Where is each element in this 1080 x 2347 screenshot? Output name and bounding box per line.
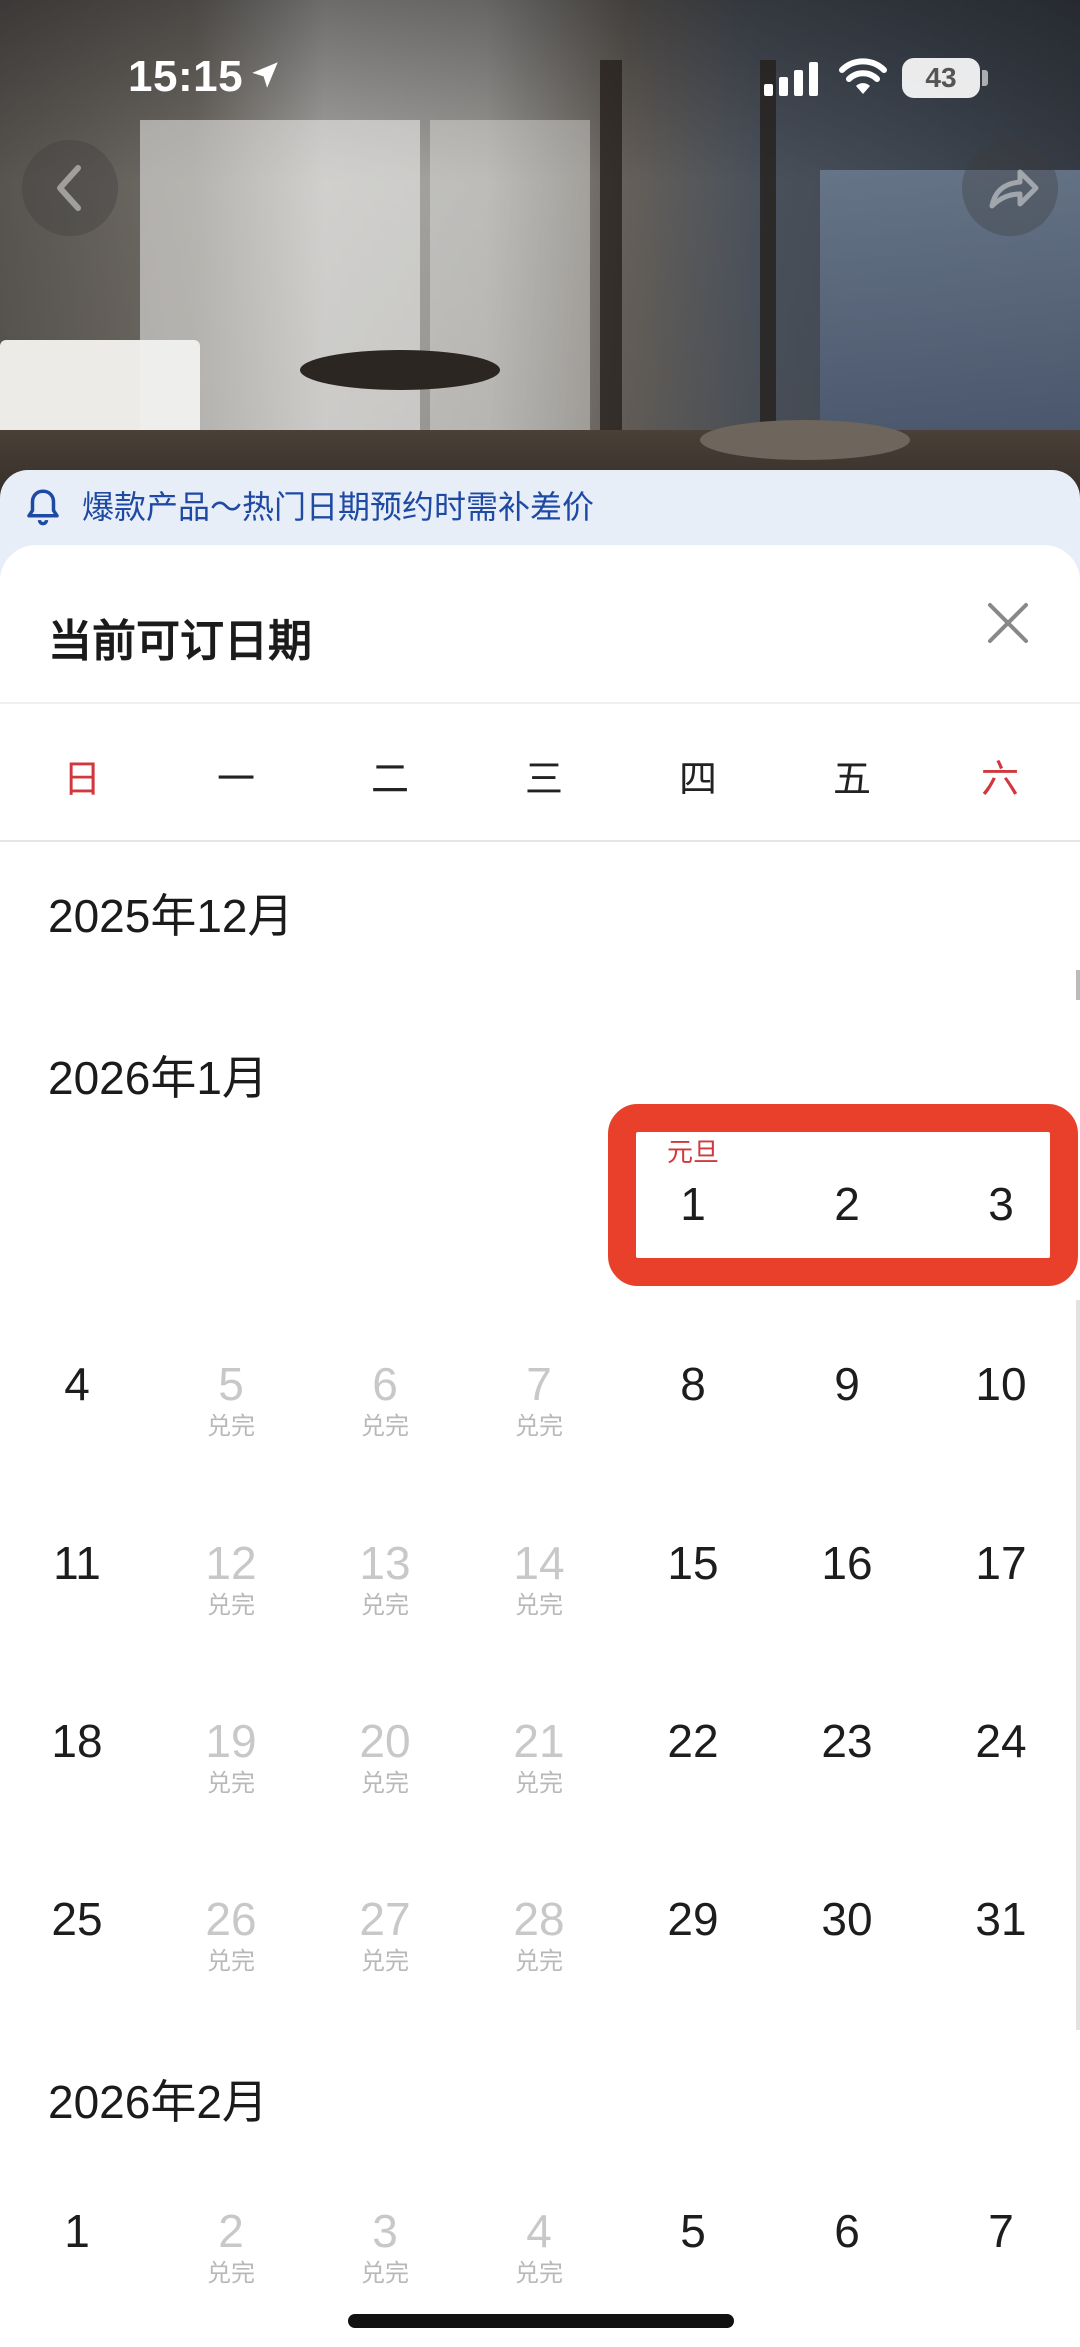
bell-icon [27, 489, 59, 526]
day-2026-01-02[interactable]: 2 [770, 1176, 924, 1296]
day-2026-01-07: 7 兑完 [462, 1356, 616, 1476]
chevron-left-icon [57, 165, 81, 211]
wifi-icon [839, 58, 887, 94]
day-2026-01-11[interactable]: 11 [0, 1535, 154, 1655]
sheet-title: 当前可订日期 [48, 617, 312, 666]
day-2026-01-09[interactable]: 9 [770, 1356, 924, 1476]
day-2026-02-05[interactable]: 5 [616, 2203, 770, 2323]
day-2026-01-19: 19 兑完 [154, 1713, 308, 1833]
day-2026-01-06: 6 兑完 [308, 1356, 462, 1476]
share-button[interactable] [962, 140, 1058, 236]
status-time: 15:15 [128, 52, 244, 101]
battery-indicator: 43 [902, 58, 980, 98]
day-2026-01-12: 12 兑完 [154, 1535, 308, 1655]
soldout-label: 兑完 [361, 1413, 409, 1440]
day-2026-01-14: 14 兑完 [462, 1535, 616, 1655]
day-2026-01-30[interactable]: 30 [770, 1891, 924, 2011]
day-2026-01-03[interactable]: 3 [924, 1176, 1078, 1296]
location-arrow-icon [252, 62, 278, 88]
day-2026-01-29[interactable]: 29 [616, 1891, 770, 2011]
cellular-signal-icon [764, 62, 818, 96]
day-2026-01-31[interactable]: 31 [924, 1891, 1078, 2011]
holiday-label: 元旦 [666, 1137, 719, 1167]
day-2026-01-04[interactable]: 4 [0, 1356, 154, 1476]
day-2026-02-07[interactable]: 7 [924, 2203, 1078, 2323]
battery-level: 43 [925, 62, 957, 93]
weekday-sun: 日 [62, 759, 101, 801]
soldout-label: 兑完 [207, 2260, 255, 2287]
soldout-label: 兑完 [515, 1592, 563, 1619]
soldout-label: 兑完 [361, 1948, 409, 1975]
soldout-label: 兑完 [361, 1770, 409, 1797]
soldout-label: 兑完 [361, 2260, 409, 2287]
soldout-label: 兑完 [207, 1770, 255, 1797]
weekday-sat: 六 [980, 759, 1019, 801]
back-button[interactable] [22, 140, 118, 236]
month-title-2025-12: 2025年12月 [48, 890, 294, 942]
close-icon[interactable] [980, 595, 1036, 651]
day-2026-01-08[interactable]: 8 [616, 1356, 770, 1476]
day-2026-01-10[interactable]: 10 [924, 1356, 1078, 1476]
soldout-label: 兑完 [207, 1592, 255, 1619]
soldout-label: 兑完 [361, 1592, 409, 1619]
day-2026-01-28: 28 兑完 [462, 1891, 616, 2011]
day-2026-01-24[interactable]: 24 [924, 1713, 1078, 1833]
day-2026-02-01[interactable]: 1 [0, 2203, 154, 2323]
status-bar: 15:15 43 [0, 0, 1080, 150]
day-2026-01-23[interactable]: 23 [770, 1713, 924, 1833]
soldout-label: 兑完 [515, 1770, 563, 1797]
month-title-2026-02: 2026年2月 [48, 2076, 268, 2128]
weekday-fri: 五 [832, 759, 871, 801]
share-arrow-icon [989, 169, 1039, 209]
weekday-thu: 四 [678, 759, 717, 801]
home-indicator [348, 2314, 734, 2328]
day-2026-01-01[interactable]: 元旦 1 [616, 1137, 770, 1296]
month-title-2026-01: 2026年1月 [48, 1052, 268, 1104]
day-2026-01-05: 5 兑完 [154, 1356, 308, 1476]
soldout-label: 兑完 [207, 1948, 255, 1975]
day-2026-01-20: 20 兑完 [308, 1713, 462, 1833]
day-2026-02-02: 2 兑完 [154, 2203, 308, 2323]
day-2026-01-25[interactable]: 25 [0, 1891, 154, 2011]
day-2026-01-16[interactable]: 16 [770, 1535, 924, 1655]
soldout-label: 兑完 [515, 2260, 563, 2287]
soldout-label: 兑完 [515, 1948, 563, 1975]
day-2026-01-27: 27 兑完 [308, 1891, 462, 2011]
day-2026-02-03: 3 兑完 [308, 2203, 462, 2323]
day-2026-02-06[interactable]: 6 [770, 2203, 924, 2323]
soldout-label: 兑完 [207, 1413, 255, 1440]
day-2026-01-13: 13 兑完 [308, 1535, 462, 1655]
soldout-label: 兑完 [515, 1413, 563, 1440]
weekday-header: 日 一 二 三 四 五 六 [0, 702, 1080, 842]
day-2026-01-22[interactable]: 22 [616, 1713, 770, 1833]
scroll-track [1076, 1300, 1080, 2030]
day-2026-01-17[interactable]: 17 [924, 1535, 1078, 1655]
day-2026-01-26: 26 兑完 [154, 1891, 308, 2011]
day-2026-01-18[interactable]: 18 [0, 1713, 154, 1833]
weekday-wed: 三 [524, 759, 563, 801]
notice-text: 爆款产品～热门日期预约时需补差价 [82, 489, 595, 525]
weekday-mon: 一 [216, 759, 255, 801]
day-2026-01-21: 21 兑完 [462, 1713, 616, 1833]
day-2026-01-15[interactable]: 15 [616, 1535, 770, 1655]
weekday-tue: 二 [370, 759, 409, 801]
day-2026-02-04: 4 兑完 [462, 2203, 616, 2323]
scroll-indicator [1076, 970, 1080, 1000]
